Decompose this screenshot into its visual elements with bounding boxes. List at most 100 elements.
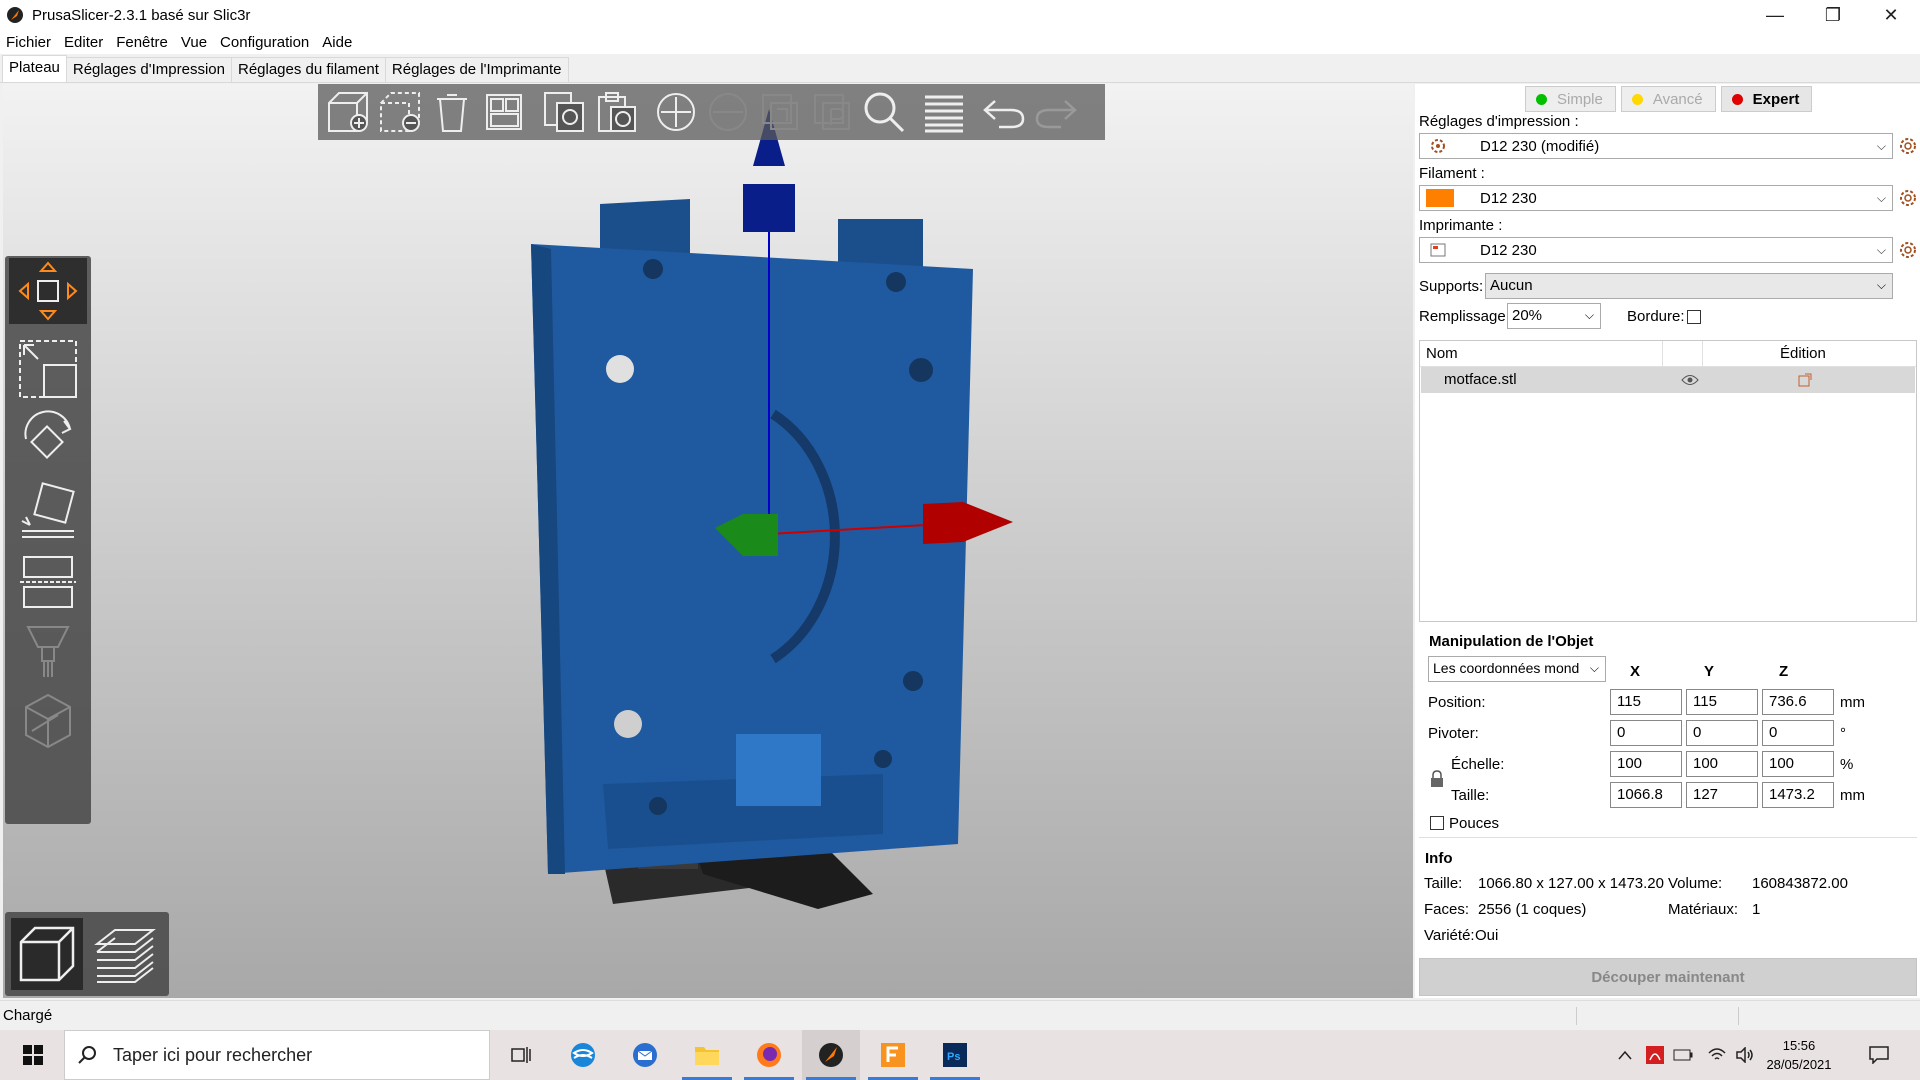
size-y-field[interactable]: 127 <box>1686 782 1758 808</box>
preview-icon[interactable] <box>89 918 161 990</box>
brim-checkbox[interactable] <box>1687 310 1701 324</box>
move-icon[interactable] <box>9 258 87 324</box>
notification-icon[interactable] <box>1868 1044 1890 1066</box>
app-fusion-icon[interactable] <box>864 1030 922 1080</box>
filament-gear-icon[interactable] <box>1899 189 1917 207</box>
task-view-icon[interactable] <box>492 1030 550 1080</box>
printer-label: Imprimante : <box>1419 217 1503 234</box>
paste-icon[interactable] <box>590 86 642 138</box>
position-z-field[interactable]: 736.6 <box>1762 689 1834 715</box>
menu-fichier[interactable]: Fichier <box>6 34 51 51</box>
chevron-down-icon: ⌵ <box>1876 242 1886 257</box>
slice-now-button[interactable]: Découper maintenant <box>1419 958 1917 996</box>
filament-color-swatch[interactable] <box>1426 189 1454 207</box>
menu-editer[interactable]: Editer <box>64 34 103 51</box>
undo-icon[interactable] <box>978 86 1030 138</box>
model-scene[interactable] <box>3 84 1413 998</box>
layers-editing-icon[interactable] <box>918 86 970 138</box>
place-on-face-icon[interactable] <box>9 478 87 544</box>
chevron-up-icon[interactable] <box>1614 1044 1636 1066</box>
app-file-explorer-icon[interactable] <box>678 1030 736 1080</box>
taskbar-search-box[interactable]: Taper ici pour rechercher <box>64 1030 490 1080</box>
size-z-field[interactable]: 1473.2 <box>1762 782 1834 808</box>
rotation-y-field[interactable]: 0 <box>1686 720 1758 746</box>
copy-icon[interactable] <box>538 86 590 138</box>
scale-y-field[interactable]: 100 <box>1686 751 1758 777</box>
app-browser-blue-icon[interactable] <box>554 1030 612 1080</box>
menu-fenetre[interactable]: Fenêtre <box>116 34 168 51</box>
tab-printer-settings[interactable]: Réglages de l'Imprimante <box>384 57 569 82</box>
3d-viewport[interactable] <box>3 84 1413 998</box>
infill-value: 20% <box>1512 307 1543 324</box>
scale-z-field[interactable]: 100 <box>1762 751 1834 777</box>
printer-icon <box>1430 243 1446 257</box>
app-thunderbird-icon[interactable] <box>616 1030 674 1080</box>
print-settings-value: D12 230 (modifié) <box>1480 137 1600 155</box>
infill-select[interactable]: 20% ⌵ <box>1507 303 1601 329</box>
tab-filament-settings[interactable]: Réglages du filament <box>230 57 386 82</box>
seam-paint-icon <box>9 688 87 754</box>
rotation-z-field[interactable]: 0 <box>1762 720 1834 746</box>
tab-plateau[interactable]: Plateau <box>2 55 67 82</box>
menu-aide[interactable]: Aide <box>322 34 352 51</box>
search-icon[interactable] <box>858 86 910 138</box>
add-object-icon[interactable] <box>322 86 374 138</box>
clock[interactable]: 15:56 28/05/2021 <box>1763 1036 1835 1074</box>
edit-icon[interactable] <box>1797 372 1813 388</box>
scale-unit: % <box>1840 756 1854 773</box>
rotation-x-field[interactable]: 0 <box>1610 720 1682 746</box>
cut-icon[interactable] <box>9 548 87 614</box>
object-row[interactable]: motface.stl <box>1421 367 1915 393</box>
window-title: PrusaSlicer-2.3.1 basé sur Slic3r <box>32 6 251 24</box>
arrange-icon[interactable] <box>478 86 530 138</box>
info-size-label: Taille: <box>1424 875 1463 892</box>
delete-object-icon[interactable] <box>374 86 426 138</box>
view-toggle <box>5 912 169 996</box>
volume-icon[interactable] <box>1734 1044 1756 1066</box>
mode-expert-label: Expert <box>1752 90 1800 108</box>
filament-select[interactable]: D12 230 ⌵ <box>1419 185 1893 211</box>
info-size-value: 1066.80 x 127.00 x 1473.20 <box>1478 875 1664 892</box>
wifi-icon[interactable] <box>1706 1044 1728 1066</box>
mode-advanced-button[interactable]: Avancé <box>1620 86 1716 112</box>
eye-icon[interactable] <box>1681 374 1699 386</box>
app-prusaslicer-icon[interactable] <box>802 1030 860 1080</box>
menu-configuration[interactable]: Configuration <box>220 34 309 51</box>
mode-expert-button[interactable]: Expert <box>1720 86 1813 112</box>
inches-checkbox[interactable] <box>1430 816 1444 830</box>
size-x-field[interactable]: 1066.8 <box>1610 782 1682 808</box>
scale-icon[interactable] <box>9 336 87 402</box>
position-y-field[interactable]: 115 <box>1686 689 1758 715</box>
printer-select[interactable]: D12 230 ⌵ <box>1419 237 1893 263</box>
rotation-unit: ° <box>1840 725 1846 742</box>
acrobat-tray-icon[interactable] <box>1644 1044 1666 1066</box>
support-paint-icon <box>9 618 87 684</box>
supports-select[interactable]: Aucun ⌵ <box>1485 273 1893 299</box>
3d-view-icon[interactable] <box>11 918 83 990</box>
info-materials-value: 1 <box>1752 901 1761 918</box>
position-x-field[interactable]: 115 <box>1610 689 1682 715</box>
close-button[interactable]: ✕ <box>1862 0 1920 30</box>
lock-icon[interactable] <box>1430 770 1444 788</box>
rotate-icon[interactable] <box>9 406 87 472</box>
print-settings-select[interactable]: D12 230 (modifié) ⌵ <box>1419 133 1893 159</box>
simple-dot-icon <box>1536 93 1547 105</box>
tab-print-settings[interactable]: Réglages d'Impression <box>65 57 232 82</box>
position-unit: mm <box>1840 694 1865 711</box>
restore-button[interactable]: ❐ <box>1804 0 1862 30</box>
minimize-button[interactable]: — <box>1746 0 1804 30</box>
coord-system-select[interactable]: Les coordonnées mond ⌵ <box>1428 656 1606 682</box>
app-photoshop-icon[interactable]: Ps <box>926 1030 984 1080</box>
print-settings-gear-icon[interactable] <box>1899 137 1917 155</box>
status-text: Chargé <box>3 1007 53 1024</box>
add-instance-icon[interactable] <box>650 86 702 138</box>
scale-x-field[interactable]: 100 <box>1610 751 1682 777</box>
object-list-header: Nom Édition <box>1420 341 1916 367</box>
app-firefox-icon[interactable] <box>740 1030 798 1080</box>
battery-icon[interactable] <box>1672 1044 1694 1066</box>
menu-vue[interactable]: Vue <box>181 34 207 51</box>
windows-start-icon[interactable] <box>8 1030 58 1080</box>
mode-simple-button[interactable]: Simple <box>1525 86 1616 112</box>
printer-gear-icon[interactable] <box>1899 241 1917 259</box>
delete-all-icon[interactable] <box>426 86 478 138</box>
